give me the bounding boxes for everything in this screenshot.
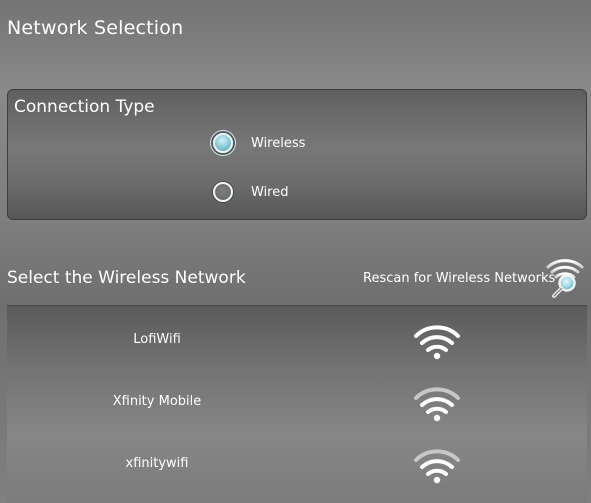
wifi-search-icon[interactable] <box>545 256 585 300</box>
wireless-radio[interactable] <box>213 133 233 153</box>
wired-label: Wired <box>251 184 289 200</box>
network-row[interactable]: Xfinity Mobile <box>7 372 587 434</box>
wireless-network-list: LofiWifi Xfinity Mobile xfinitywifi <box>7 305 587 503</box>
wireless-network-heading: Select the Wireless Network <box>7 268 246 288</box>
connection-type-panel: Connection Type Wireless Wired <box>7 89 587 220</box>
rescan-label[interactable]: Rescan for Wireless Networks <box>363 271 555 286</box>
network-row[interactable]: LofiWifi <box>7 310 587 372</box>
network-row[interactable]: xfinitywifi <box>7 434 587 496</box>
connection-type-title: Connection Type <box>14 97 155 117</box>
wifi-signal-icon <box>412 324 462 362</box>
wireless-option[interactable]: Wireless <box>213 130 305 156</box>
wired-radio[interactable] <box>213 182 233 202</box>
wifi-signal-icon <box>412 386 462 424</box>
page-title: Network Selection <box>7 17 184 39</box>
network-name: Xfinity Mobile <box>112 394 202 409</box>
network-name: xfinitywifi <box>125 456 189 471</box>
wireless-label: Wireless <box>251 135 306 151</box>
network-name: LofiWifi <box>133 332 181 347</box>
wifi-signal-icon <box>412 448 462 486</box>
wired-option[interactable]: Wired <box>213 179 289 205</box>
